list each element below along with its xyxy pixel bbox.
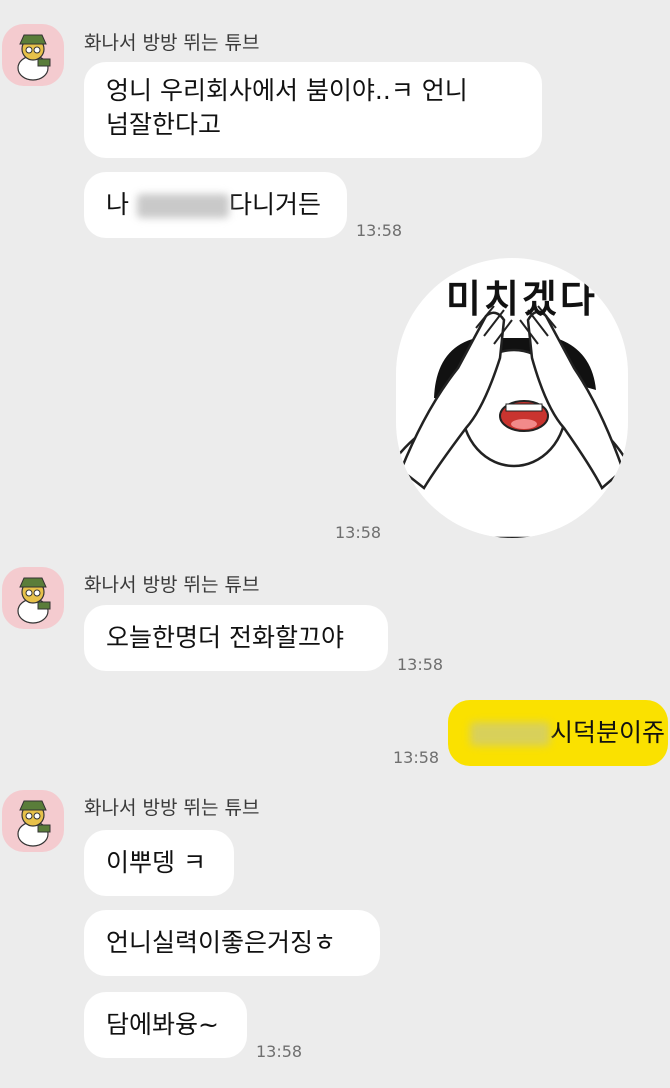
message-text: 담에봐융~ <box>106 1010 219 1039</box>
sticker-caption: 미치겠다 <box>446 277 598 321</box>
emoticon-sticker[interactable]: 미치겠다 <box>396 258 628 538</box>
message-text: 오늘한명더 전화할끄야 <box>106 623 344 652</box>
tube-avatar-icon <box>17 800 51 847</box>
message-time: 13:58 <box>256 1042 303 1061</box>
message-bubble[interactable]: 이뿌뎅 ㅋ <box>84 830 234 896</box>
message-text-line2: 넘잘한다고 <box>106 110 222 139</box>
sender-name: 화나서 방방 뛰는 튜브 <box>84 574 260 596</box>
sender-avatar[interactable] <box>2 24 64 86</box>
sender-avatar[interactable] <box>2 567 64 629</box>
my-message-bubble[interactable]: 시덕분이쥬 <box>448 700 668 766</box>
tube-avatar-icon <box>17 34 51 81</box>
message-bubble[interactable]: 엉니 우리회사에서 붐이야..ㅋ 언니 넘잘한다고 <box>84 62 542 158</box>
message-time: 13:58 <box>393 748 440 767</box>
message-bubble[interactable]: 오늘한명더 전화할끄야 <box>84 605 388 671</box>
message-time: 13:58 <box>335 523 382 542</box>
message-prefix: 나 <box>106 190 137 219</box>
tube-avatar-icon <box>17 577 51 624</box>
message-bubble[interactable]: 담에봐융~ <box>84 992 247 1058</box>
message-time: 13:58 <box>397 655 444 674</box>
message-time: 13:58 <box>356 221 403 240</box>
sender-name: 화나서 방방 뛰는 튜브 <box>84 32 260 54</box>
sender-name: 화나서 방방 뛰는 튜브 <box>84 797 260 819</box>
message-text: 언니실력이좋은거징ㅎ <box>106 928 337 957</box>
blurred-redaction <box>470 722 550 746</box>
message-suffix: 다니거든 <box>228 190 321 219</box>
blurred-redaction <box>136 194 229 218</box>
message-suffix: 시덕분이쥬 <box>550 718 666 747</box>
message-text: 이뿌뎅 ㅋ <box>106 848 206 877</box>
sender-avatar[interactable] <box>2 790 64 852</box>
message-bubble[interactable]: 언니실력이좋은거징ㅎ <box>84 910 380 976</box>
message-text: 엉니 우리회사에서 붐이야..ㅋ 언니 <box>106 76 468 105</box>
message-bubble[interactable]: 나 다니거든 <box>84 172 347 238</box>
